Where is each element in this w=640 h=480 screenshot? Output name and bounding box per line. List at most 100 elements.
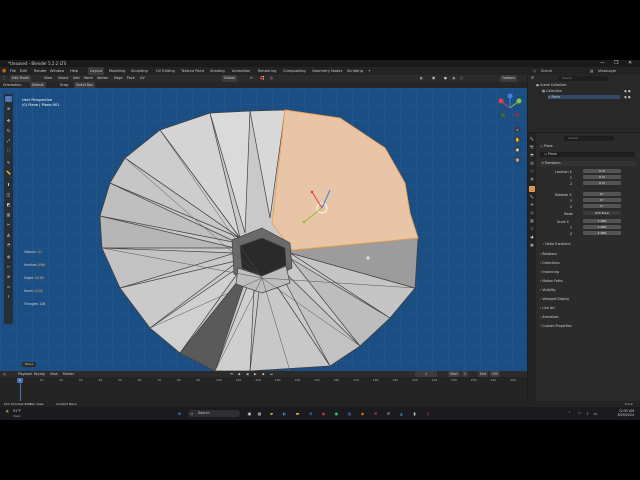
menu-timeline-view[interactable]: View [50,371,58,377]
transform-orientation[interactable]: Global [222,75,237,82]
chrome-icon[interactable]: ◉ [320,410,327,417]
rotate-icon[interactable]: ↻ [5,128,12,134]
navigation-gizmo[interactable] [495,93,525,123]
timeline-ruler[interactable]: 0102030405060708090100110120130140150160… [0,378,527,384]
outliner-collection[interactable]: ▦ Collection [542,89,562,93]
render-tab-icon[interactable]: 📷 [529,144,535,150]
tray-chevron-icon[interactable]: ˄ [566,410,573,417]
workspace-tab-shading[interactable]: Shading [208,67,227,75]
store-icon[interactable]: ▤ [346,410,353,417]
menu-select[interactable]: Select [58,75,68,82]
smooth-icon[interactable]: ◍ [5,254,12,260]
blender-icon[interactable]: ◉ [359,410,366,417]
properties-search-input[interactable]: Search [564,136,614,141]
weather-icon[interactable]: ☀ [5,409,9,415]
workspace-tab-layout[interactable]: Layout [88,67,105,75]
rotation-z-field[interactable]: 0° [583,204,621,208]
shading-material-icon[interactable]: ◑ [452,75,455,82]
panel-instancing[interactable]: › Instancing [540,270,559,274]
menu-marker[interactable]: Marker [63,371,74,377]
panel-animation[interactable]: › Animation [540,315,559,319]
terminal-icon[interactable]: ▮ [411,410,418,417]
scale-icon[interactable]: ⤢ [5,138,12,144]
task-view-icon[interactable]: ▣ [246,410,253,417]
files-icon[interactable]: ▬ [294,410,301,417]
wifi-icon[interactable]: ◠ [576,410,583,417]
panel-custom-properties[interactable]: › Custom Properties [540,324,572,328]
shading-solid-icon[interactable]: ● [444,75,447,82]
pivot-icon[interactable]: ⊙ [250,75,253,82]
measure-icon[interactable]: 📏 [5,170,12,176]
panel-relations[interactable]: › Relations [540,252,557,256]
blender-logo-icon[interactable]: ◉ [2,67,6,75]
world-tab-icon[interactable]: ◍ [529,176,535,182]
menu-help[interactable]: Help [70,67,78,75]
material-tab-icon[interactable]: ◕ [529,234,535,240]
transform-icon[interactable]: ⛶ [5,148,12,154]
object-tab-icon[interactable]: ▢ [529,186,535,192]
menu-view[interactable]: View [44,75,52,82]
plane-visibility-eye-icon[interactable]: ◉ ▣ [624,95,631,99]
location-x-field[interactable]: 0 m [583,169,621,173]
menu-edit[interactable]: Edit [20,67,27,75]
menu-add[interactable]: Add [73,75,80,82]
scale-z-field[interactable]: 1.000 [583,231,621,235]
jump-end-icon[interactable]: ⏭ [270,371,273,377]
zoom-icon[interactable]: ⌕ [514,126,521,133]
menu-uv[interactable]: UV [140,75,145,82]
menu-mesh[interactable]: Mesh [84,75,93,82]
play-reverse-icon[interactable]: ◀ [246,371,248,377]
transform-panel-header[interactable]: ▾ Transform [540,161,636,166]
clock[interactable]: 12:55 AM 6/29/2024 [606,409,634,417]
bevel-icon[interactable]: ◩ [5,202,12,208]
mode-selector[interactable]: Edit Mode [10,75,31,82]
3d-viewport[interactable]: User Perspective (0) Plane | Plane.001 O… [0,88,527,371]
mail-icon[interactable]: ✉ [372,410,379,417]
panel-visibility[interactable]: › Visibility [540,288,556,292]
perspective-toggle-icon[interactable]: ▦ [514,156,521,163]
proportional-edit-icon[interactable]: ◎ [270,75,273,82]
panel-line-art[interactable]: › Line Art [540,306,555,310]
maximize-button[interactable]: ❐ [614,60,618,67]
panel-collections[interactable]: › Collections [540,261,560,265]
object-name-field[interactable]: ▢ Plane [540,152,635,157]
pan-icon[interactable]: ✋ [514,136,521,143]
particles-tab-icon[interactable]: ✣ [529,202,535,208]
add-workspace-button[interactable]: + [368,67,371,75]
polybuild-icon[interactable]: ◭ [5,232,12,238]
spin-icon[interactable]: ◔ [5,242,12,248]
menu-render[interactable]: Render [34,67,47,75]
spotify-icon[interactable]: ● [333,410,340,417]
music-icon[interactable]: ♫ [424,410,431,417]
xray-icon[interactable]: ▣ [432,75,435,82]
viewlayer-selector[interactable]: ViewLayer [598,67,617,75]
loopcut-icon[interactable]: ▥ [5,212,12,218]
texture-tab-icon[interactable]: ▩ [529,242,535,248]
shrink-icon[interactable]: ⊛ [5,274,12,280]
output-tab-icon[interactable]: 🖶 [529,152,535,158]
workspace-tab-geometry-nodes[interactable]: Geometry Nodes [310,67,344,75]
overlays-icon[interactable]: ◐ [420,75,423,82]
camera-icon[interactable]: ▣ [514,146,521,153]
menu-keying[interactable]: Keying [34,371,45,377]
menu-playback[interactable]: Playback [18,371,32,377]
next-key-icon[interactable]: ◆ [262,371,264,377]
outliner-plane[interactable]: ▽ Plane [548,95,621,99]
cursor-icon[interactable]: ⊕ [5,106,12,112]
rotation-mode-dropdown[interactable]: XYZ Euler [583,211,621,215]
options-dropdown[interactable]: Options [500,75,518,82]
workspace-tab-compositing[interactable]: Compositing [281,67,308,75]
edge-icon[interactable]: ◔ [307,410,314,417]
panel-viewport-display[interactable]: › Viewport Display [540,297,569,301]
menu-vertex[interactable]: Vertex [97,75,108,82]
timeline-editor-icon[interactable]: ◷ [3,371,6,377]
close-button[interactable]: ✕ [628,60,632,67]
move-icon[interactable]: ✥ [5,118,12,124]
data-tab-icon[interactable]: ▽ [529,226,535,232]
last-operator-panel[interactable]: Move [22,362,37,367]
workspace-tab-modeling[interactable]: Modeling [107,67,127,75]
workspace-tab-scripting[interactable]: Scripting [345,67,365,75]
settings-icon[interactable]: ⚙ [385,410,392,417]
workspace-tab-uv-editing[interactable]: UV Editing [154,67,177,75]
visibility-eye-icon[interactable]: ◉ ▣ [624,89,631,93]
